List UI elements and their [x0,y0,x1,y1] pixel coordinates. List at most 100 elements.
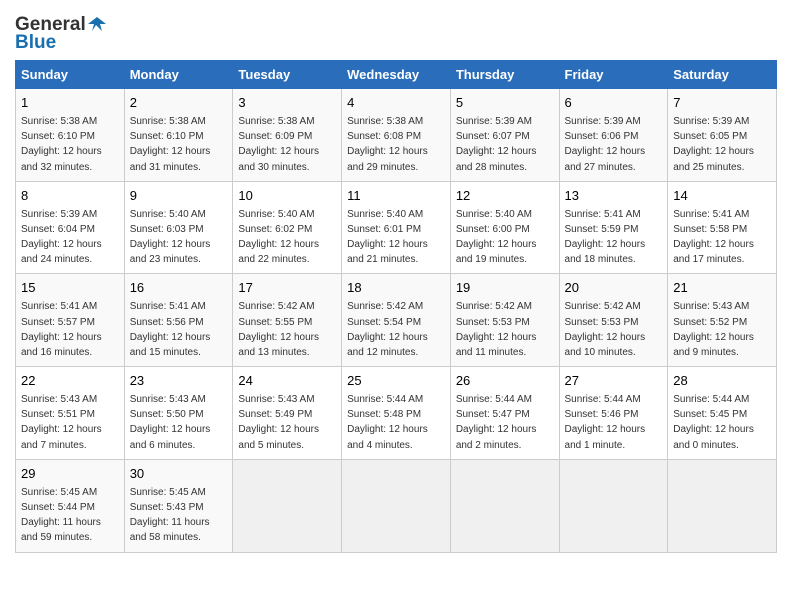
calendar-cell: 27Sunrise: 5:44 AM Sunset: 5:46 PM Dayli… [559,367,668,460]
day-number: 12 [456,187,554,206]
calendar-week-row: 29 Sunrise: 5:45 AM Sunset: 5:44 PM Dayli… [16,459,777,552]
col-header-sunday: Sunday [16,61,125,89]
day-info: Sunrise: 5:40 AM Sunset: 6:00 PM Dayligh… [456,209,537,266]
day-number: 20 [565,279,663,298]
calendar-cell: 7 Sunrise: 5:39 AM Sunset: 6:05 PM Daylig… [668,89,777,182]
calendar-cell: 15 Sunrise: 5:41 AM Sunset: 5:57 PM Dayli… [16,274,125,367]
day-info: Sunrise: 5:41 AM Sunset: 5:57 PM Dayligh… [21,301,102,358]
day-number: 17 [238,279,336,298]
calendar-cell: 11 Sunrise: 5:40 AM Sunset: 6:01 PM Dayli… [342,181,451,274]
calendar-cell: 6 Sunrise: 5:39 AM Sunset: 6:06 PM Daylig… [559,89,668,182]
calendar-cell: 17 Sunrise: 5:42 AM Sunset: 5:55 PM Dayli… [233,274,342,367]
logo: General Blue [15,10,106,54]
calendar-cell: 18Sunrise: 5:42 AM Sunset: 5:54 PM Dayli… [342,274,451,367]
calendar-cell: 26 Sunrise: 5:44 AM Sunset: 5:47 PM Dayli… [450,367,559,460]
day-info: Sunrise: 5:38 AM Sunset: 6:10 PM Dayligh… [130,116,211,173]
day-number: 1 [21,94,119,113]
calendar-week-row: 8 Sunrise: 5:39 AM Sunset: 6:04 PM Daylig… [16,181,777,274]
day-info: Sunrise: 5:43 AM Sunset: 5:49 PM Dayligh… [238,394,319,451]
day-number: 14 [673,187,771,206]
calendar-cell: 25 Sunrise: 5:44 AM Sunset: 5:48 PM Dayli… [342,367,451,460]
calendar-cell: 21 Sunrise: 5:43 AM Sunset: 5:52 PM Dayli… [668,274,777,367]
day-info: Sunrise: 5:44 AM Sunset: 5:48 PM Dayligh… [347,394,428,451]
calendar-cell [559,459,668,552]
day-info: Sunrise: 5:39 AM Sunset: 6:06 PM Dayligh… [565,116,646,173]
day-number: 29 [21,465,119,484]
day-number: 9 [130,187,228,206]
day-number: 21 [673,279,771,298]
day-info: Sunrise: 5:41 AM Sunset: 5:59 PM Dayligh… [565,209,646,266]
day-info: Sunrise: 5:44 AM Sunset: 5:47 PM Dayligh… [456,394,537,451]
calendar-cell: 29 Sunrise: 5:45 AM Sunset: 5:44 PM Dayli… [16,459,125,552]
calendar-cell: 22 Sunrise: 5:43 AM Sunset: 5:51 PM Dayli… [16,367,125,460]
calendar-cell: 4Sunrise: 5:38 AM Sunset: 6:08 PM Daylig… [342,89,451,182]
day-info: Sunrise: 5:44 AM Sunset: 5:46 PM Dayligh… [565,394,646,451]
day-info: Sunrise: 5:45 AM Sunset: 5:44 PM Dayligh… [21,487,101,544]
day-info: Sunrise: 5:44 AM Sunset: 5:45 PM Dayligh… [673,394,754,451]
calendar-cell: 12 Sunrise: 5:40 AM Sunset: 6:00 PM Dayli… [450,181,559,274]
calendar-cell: 28 Sunrise: 5:44 AM Sunset: 5:45 PM Dayli… [668,367,777,460]
calendar-week-row: 1 Sunrise: 5:38 AM Sunset: 6:10 PM Daylig… [16,89,777,182]
day-info: Sunrise: 5:39 AM Sunset: 6:05 PM Dayligh… [673,116,754,173]
day-number: 7 [673,94,771,113]
logo-bird-icon [88,15,106,33]
day-number: 15 [21,279,119,298]
calendar-cell: 13 Sunrise: 5:41 AM Sunset: 5:59 PM Dayli… [559,181,668,274]
calendar-cell: 23Sunrise: 5:43 AM Sunset: 5:50 PM Dayli… [124,367,233,460]
calendar-week-row: 15 Sunrise: 5:41 AM Sunset: 5:57 PM Dayli… [16,274,777,367]
calendar-cell [342,459,451,552]
calendar-cell [233,459,342,552]
calendar-cell: 3Sunrise: 5:38 AM Sunset: 6:09 PM Daylig… [233,89,342,182]
col-header-saturday: Saturday [668,61,777,89]
day-number: 22 [21,372,119,391]
calendar-cell: 1Sunrise: 5:38 AM Sunset: 6:10 PM Daylig… [16,89,125,182]
day-info: Sunrise: 5:42 AM Sunset: 5:55 PM Dayligh… [238,301,319,358]
day-info: Sunrise: 5:43 AM Sunset: 5:50 PM Dayligh… [130,394,211,451]
day-number: 3 [238,94,336,113]
calendar-cell [450,459,559,552]
day-number: 11 [347,187,445,206]
day-info: Sunrise: 5:43 AM Sunset: 5:52 PM Dayligh… [673,301,754,358]
day-info: Sunrise: 5:40 AM Sunset: 6:03 PM Dayligh… [130,209,211,266]
day-info: Sunrise: 5:40 AM Sunset: 6:01 PM Dayligh… [347,209,428,266]
day-info: Sunrise: 5:42 AM Sunset: 5:54 PM Dayligh… [347,301,428,358]
day-number: 4 [347,94,445,113]
day-number: 16 [130,279,228,298]
calendar-cell: 5Sunrise: 5:39 AM Sunset: 6:07 PM Daylig… [450,89,559,182]
calendar-header-row: SundayMondayTuesdayWednesdayThursdayFrid… [16,61,777,89]
day-number: 2 [130,94,228,113]
calendar-cell: 30Sunrise: 5:45 AM Sunset: 5:43 PM Dayli… [124,459,233,552]
day-number: 8 [21,187,119,206]
logo-blue-text: Blue [15,32,56,54]
day-number: 28 [673,372,771,391]
day-number: 25 [347,372,445,391]
page-header: General Blue [15,10,777,54]
col-header-friday: Friday [559,61,668,89]
calendar-cell: 2 Sunrise: 5:38 AM Sunset: 6:10 PM Daylig… [124,89,233,182]
day-number: 24 [238,372,336,391]
calendar-cell: 14Sunrise: 5:41 AM Sunset: 5:58 PM Dayli… [668,181,777,274]
calendar-week-row: 22 Sunrise: 5:43 AM Sunset: 5:51 PM Dayli… [16,367,777,460]
day-info: Sunrise: 5:40 AM Sunset: 6:02 PM Dayligh… [238,209,319,266]
day-info: Sunrise: 5:42 AM Sunset: 5:53 PM Dayligh… [565,301,646,358]
day-number: 13 [565,187,663,206]
col-header-tuesday: Tuesday [233,61,342,89]
day-info: Sunrise: 5:39 AM Sunset: 6:04 PM Dayligh… [21,209,102,266]
calendar-cell: 24 Sunrise: 5:43 AM Sunset: 5:49 PM Dayli… [233,367,342,460]
calendar-table: SundayMondayTuesdayWednesdayThursdayFrid… [15,60,777,553]
day-number: 26 [456,372,554,391]
calendar-cell [668,459,777,552]
col-header-wednesday: Wednesday [342,61,451,89]
calendar-cell: 10Sunrise: 5:40 AM Sunset: 6:02 PM Dayli… [233,181,342,274]
day-info: Sunrise: 5:39 AM Sunset: 6:07 PM Dayligh… [456,116,537,173]
calendar-cell: 16 Sunrise: 5:41 AM Sunset: 5:56 PM Dayli… [124,274,233,367]
day-info: Sunrise: 5:41 AM Sunset: 5:56 PM Dayligh… [130,301,211,358]
day-info: Sunrise: 5:42 AM Sunset: 5:53 PM Dayligh… [456,301,537,358]
day-number: 6 [565,94,663,113]
calendar-cell: 19 Sunrise: 5:42 AM Sunset: 5:53 PM Dayli… [450,274,559,367]
day-info: Sunrise: 5:43 AM Sunset: 5:51 PM Dayligh… [21,394,102,451]
day-number: 19 [456,279,554,298]
calendar-cell: 9 Sunrise: 5:40 AM Sunset: 6:03 PM Daylig… [124,181,233,274]
calendar-cell: 20 Sunrise: 5:42 AM Sunset: 5:53 PM Dayli… [559,274,668,367]
col-header-thursday: Thursday [450,61,559,89]
